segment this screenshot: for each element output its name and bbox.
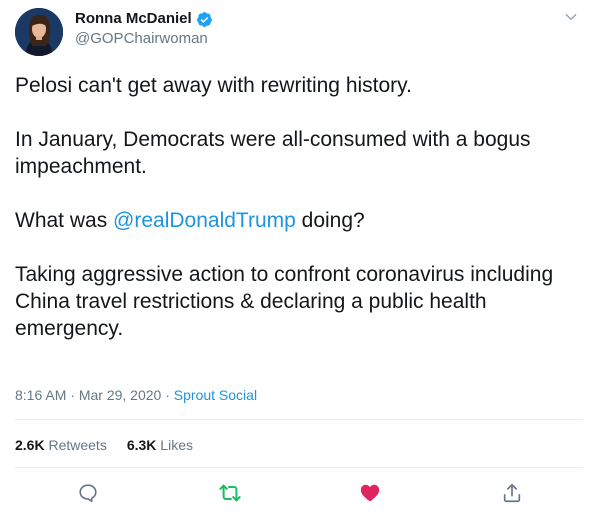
- heart-icon[interactable]: [359, 482, 381, 504]
- mention-link[interactable]: @realDonaldTrump: [113, 209, 296, 232]
- share-icon[interactable]: [501, 482, 523, 504]
- meta-separator: ·: [66, 387, 79, 403]
- tweet-source-link[interactable]: Sprout Social: [174, 387, 257, 403]
- divider: [15, 419, 583, 420]
- verified-badge-icon: [196, 11, 212, 27]
- tweet-paragraph: In January, Democrats were all-consumed …: [15, 128, 531, 178]
- retweets-count: 2.6K: [15, 437, 45, 453]
- tweet-card: Ronna McDaniel @GOPChairwoman Pelosi can…: [0, 0, 598, 518]
- retweets-label: Retweets: [44, 437, 107, 453]
- reply-icon[interactable]: [77, 482, 99, 504]
- chevron-down-icon[interactable]: [564, 10, 578, 24]
- divider: [15, 467, 583, 468]
- author-name-row: Ronna McDaniel: [75, 10, 213, 28]
- retweet-icon[interactable]: [219, 482, 241, 504]
- tweet-paragraph: Taking aggressive action to confront cor…: [15, 263, 554, 340]
- author-handle[interactable]: @GOPChairwoman: [75, 30, 208, 48]
- tweet-paragraph: Pelosi can't get away with rewriting his…: [15, 74, 412, 97]
- tweet-meta: 8:16 AM · Mar 29, 2020 · Sprout Social: [15, 386, 257, 404]
- display-name[interactable]: Ronna McDaniel: [75, 10, 192, 28]
- retweets-stat[interactable]: 2.6K Retweets: [15, 436, 107, 454]
- likes-count: 6.3K: [126, 437, 157, 453]
- avatar[interactable]: [15, 8, 63, 56]
- tweet-text: Pelosi can't get away with rewriting his…: [15, 72, 585, 342]
- meta-separator: ·: [161, 387, 174, 403]
- tweet-actions: [0, 482, 598, 508]
- avatar-image: [15, 8, 63, 56]
- tweet-text-fragment: What was: [15, 209, 114, 232]
- tweet-stats: 2.6K Retweets 6.3K Likes: [15, 436, 213, 454]
- likes-stat[interactable]: 6.3K Likes: [127, 436, 193, 454]
- tweet-time[interactable]: 8:16 AM: [15, 387, 66, 403]
- tweet-date[interactable]: Mar 29, 2020: [79, 387, 162, 403]
- likes-label: Likes: [156, 437, 193, 453]
- tweet-paragraph: What was @realDonaldTrump doing?: [15, 207, 585, 234]
- tweet-text-fragment: doing?: [295, 209, 365, 232]
